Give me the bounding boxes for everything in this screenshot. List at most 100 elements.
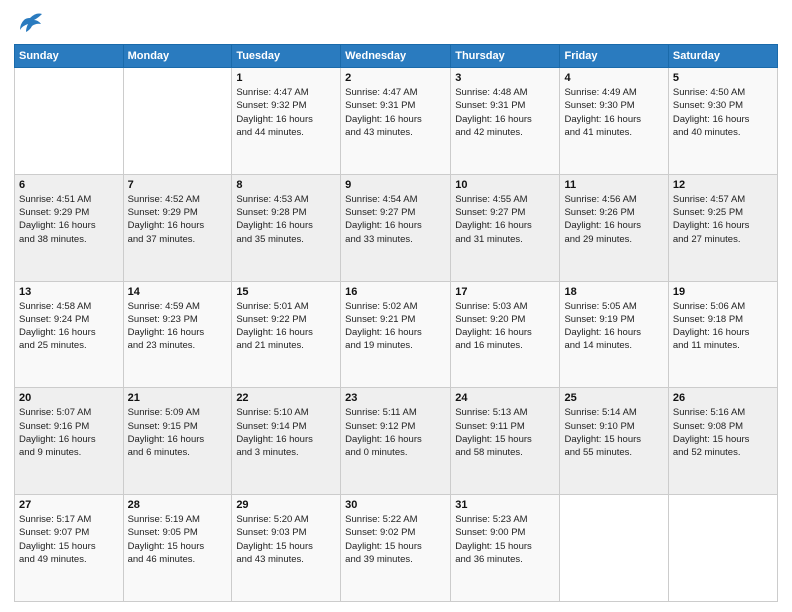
- day-number: 11: [564, 179, 663, 191]
- calendar-header: SundayMondayTuesdayWednesdayThursdayFrid…: [15, 45, 778, 68]
- day-number: 9: [345, 179, 446, 191]
- calendar-cell: 13Sunrise: 4:58 AM Sunset: 9:24 PM Dayli…: [15, 281, 124, 388]
- day-info: Sunrise: 4:52 AM Sunset: 9:29 PM Dayligh…: [128, 193, 228, 246]
- day-number: 3: [455, 72, 555, 84]
- day-number: 6: [19, 179, 119, 191]
- calendar-cell: [668, 495, 777, 602]
- day-info: Sunrise: 5:07 AM Sunset: 9:16 PM Dayligh…: [19, 406, 119, 459]
- calendar-cell: [560, 495, 668, 602]
- day-info: Sunrise: 5:17 AM Sunset: 9:07 PM Dayligh…: [19, 513, 119, 566]
- day-number: 16: [345, 286, 446, 298]
- calendar-cell: 21 Sunrise: 5:09 AM Sunset: 9:15 PM Dayli…: [123, 388, 232, 495]
- day-info: Sunrise: 4:49 AM Sunset: 9:30 PM Dayligh…: [564, 86, 663, 139]
- day-number: 12: [673, 179, 773, 191]
- calendar-cell: 26 Sunrise: 5:16 AM Sunset: 9:08 PM Dayli…: [668, 388, 777, 495]
- day-number: 14: [128, 286, 228, 298]
- day-number: 1: [236, 72, 336, 84]
- day-number: 20: [19, 392, 119, 404]
- page: SundayMondayTuesdayWednesdayThursdayFrid…: [0, 0, 792, 612]
- day-number: 13: [19, 286, 119, 298]
- calendar-cell: 12 Sunrise: 4:57 AM Sunset: 9:25 PM Dayli…: [668, 174, 777, 281]
- calendar-cell: 11 Sunrise: 4:56 AM Sunset: 9:26 PM Dayli…: [560, 174, 668, 281]
- day-info: Sunrise: 5:05 AM Sunset: 9:19 PM Dayligh…: [564, 300, 663, 353]
- day-number: 23: [345, 392, 446, 404]
- calendar-cell: 14 Sunrise: 4:59 AM Sunset: 9:23 PM Dayli…: [123, 281, 232, 388]
- calendar-cell: 10 Sunrise: 4:55 AM Sunset: 9:27 PM Dayli…: [451, 174, 560, 281]
- logo: [14, 10, 44, 38]
- day-number: 30: [345, 499, 446, 511]
- calendar-cell: 7 Sunrise: 4:52 AM Sunset: 9:29 PM Daylig…: [123, 174, 232, 281]
- day-info: Sunrise: 4:56 AM Sunset: 9:26 PM Dayligh…: [564, 193, 663, 246]
- day-info: Sunrise: 5:23 AM Sunset: 9:00 PM Dayligh…: [455, 513, 555, 566]
- day-number: 27: [19, 499, 119, 511]
- calendar-cell: 30 Sunrise: 5:22 AM Sunset: 9:02 PM Dayli…: [341, 495, 451, 602]
- day-number: 21: [128, 392, 228, 404]
- calendar-cell: 27 Sunrise: 5:17 AM Sunset: 9:07 PM Dayli…: [15, 495, 124, 602]
- week-row-4: 20 Sunrise: 5:07 AM Sunset: 9:16 PM Dayli…: [15, 388, 778, 495]
- day-number: 28: [128, 499, 228, 511]
- weekday-wednesday: Wednesday: [341, 45, 451, 68]
- day-number: 31: [455, 499, 555, 511]
- calendar-cell: 17 Sunrise: 5:03 AM Sunset: 9:20 PM Dayli…: [451, 281, 560, 388]
- calendar-cell: 28 Sunrise: 5:19 AM Sunset: 9:05 PM Dayli…: [123, 495, 232, 602]
- day-number: 26: [673, 392, 773, 404]
- day-number: 24: [455, 392, 555, 404]
- day-info: Sunrise: 4:47 AM Sunset: 9:32 PM Dayligh…: [236, 86, 336, 139]
- weekday-tuesday: Tuesday: [232, 45, 341, 68]
- day-number: 18: [564, 286, 663, 298]
- day-info: Sunrise: 4:50 AM Sunset: 9:30 PM Dayligh…: [673, 86, 773, 139]
- day-info: Sunrise: 5:19 AM Sunset: 9:05 PM Dayligh…: [128, 513, 228, 566]
- day-info: Sunrise: 4:55 AM Sunset: 9:27 PM Dayligh…: [455, 193, 555, 246]
- day-number: 5: [673, 72, 773, 84]
- day-number: 2: [345, 72, 446, 84]
- day-info: Sunrise: 5:06 AM Sunset: 9:18 PM Dayligh…: [673, 300, 773, 353]
- day-info: Sunrise: 5:01 AM Sunset: 9:22 PM Dayligh…: [236, 300, 336, 353]
- calendar-cell: 25 Sunrise: 5:14 AM Sunset: 9:10 PM Dayli…: [560, 388, 668, 495]
- week-row-2: 6 Sunrise: 4:51 AM Sunset: 9:29 PM Daylig…: [15, 174, 778, 281]
- day-info: Sunrise: 4:53 AM Sunset: 9:28 PM Dayligh…: [236, 193, 336, 246]
- day-info: Sunrise: 5:20 AM Sunset: 9:03 PM Dayligh…: [236, 513, 336, 566]
- day-info: Sunrise: 5:03 AM Sunset: 9:20 PM Dayligh…: [455, 300, 555, 353]
- calendar-cell: [123, 68, 232, 175]
- calendar-cell: 16Sunrise: 5:02 AM Sunset: 9:21 PM Dayli…: [341, 281, 451, 388]
- day-info: Sunrise: 4:59 AM Sunset: 9:23 PM Dayligh…: [128, 300, 228, 353]
- calendar-cell: 18 Sunrise: 5:05 AM Sunset: 9:19 PM Dayli…: [560, 281, 668, 388]
- calendar-cell: 20 Sunrise: 5:07 AM Sunset: 9:16 PM Dayli…: [15, 388, 124, 495]
- calendar-cell: 23Sunrise: 5:11 AM Sunset: 9:12 PM Dayli…: [341, 388, 451, 495]
- calendar-cell: 3Sunrise: 4:48 AM Sunset: 9:31 PM Daylig…: [451, 68, 560, 175]
- calendar-cell: 22Sunrise: 5:10 AM Sunset: 9:14 PM Dayli…: [232, 388, 341, 495]
- day-number: 25: [564, 392, 663, 404]
- calendar-cell: 2 Sunrise: 4:47 AM Sunset: 9:31 PM Daylig…: [341, 68, 451, 175]
- day-number: 4: [564, 72, 663, 84]
- day-info: Sunrise: 5:22 AM Sunset: 9:02 PM Dayligh…: [345, 513, 446, 566]
- day-number: 7: [128, 179, 228, 191]
- day-info: Sunrise: 5:14 AM Sunset: 9:10 PM Dayligh…: [564, 406, 663, 459]
- weekday-monday: Monday: [123, 45, 232, 68]
- day-info: Sunrise: 4:51 AM Sunset: 9:29 PM Dayligh…: [19, 193, 119, 246]
- weekday-saturday: Saturday: [668, 45, 777, 68]
- calendar-cell: 19 Sunrise: 5:06 AM Sunset: 9:18 PM Dayli…: [668, 281, 777, 388]
- day-info: Sunrise: 4:57 AM Sunset: 9:25 PM Dayligh…: [673, 193, 773, 246]
- day-info: Sunrise: 5:16 AM Sunset: 9:08 PM Dayligh…: [673, 406, 773, 459]
- week-row-3: 13Sunrise: 4:58 AM Sunset: 9:24 PM Dayli…: [15, 281, 778, 388]
- calendar-cell: 24Sunrise: 5:13 AM Sunset: 9:11 PM Dayli…: [451, 388, 560, 495]
- day-number: 15: [236, 286, 336, 298]
- day-info: Sunrise: 5:09 AM Sunset: 9:15 PM Dayligh…: [128, 406, 228, 459]
- day-number: 10: [455, 179, 555, 191]
- day-info: Sunrise: 4:54 AM Sunset: 9:27 PM Dayligh…: [345, 193, 446, 246]
- day-number: 19: [673, 286, 773, 298]
- day-number: 17: [455, 286, 555, 298]
- calendar-cell: 6 Sunrise: 4:51 AM Sunset: 9:29 PM Daylig…: [15, 174, 124, 281]
- calendar-cell: 5 Sunrise: 4:50 AM Sunset: 9:30 PM Daylig…: [668, 68, 777, 175]
- weekday-row: SundayMondayTuesdayWednesdayThursdayFrid…: [15, 45, 778, 68]
- calendar-cell: 29Sunrise: 5:20 AM Sunset: 9:03 PM Dayli…: [232, 495, 341, 602]
- day-info: Sunrise: 4:47 AM Sunset: 9:31 PM Dayligh…: [345, 86, 446, 139]
- weekday-friday: Friday: [560, 45, 668, 68]
- calendar-cell: 4 Sunrise: 4:49 AM Sunset: 9:30 PM Daylig…: [560, 68, 668, 175]
- week-row-1: 1 Sunrise: 4:47 AM Sunset: 9:32 PM Daylig…: [15, 68, 778, 175]
- logo-bird-icon: [16, 10, 44, 38]
- calendar-cell: 8 Sunrise: 4:53 AM Sunset: 9:28 PM Daylig…: [232, 174, 341, 281]
- day-number: 8: [236, 179, 336, 191]
- calendar-body: 1 Sunrise: 4:47 AM Sunset: 9:32 PM Daylig…: [15, 68, 778, 602]
- calendar: SundayMondayTuesdayWednesdayThursdayFrid…: [14, 44, 778, 602]
